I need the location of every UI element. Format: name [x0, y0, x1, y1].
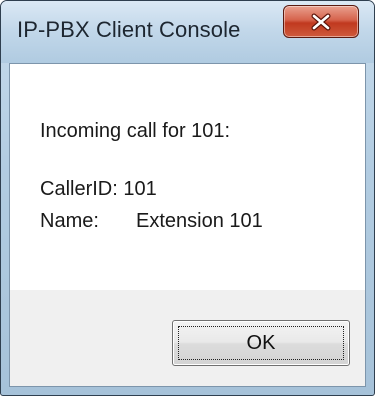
caller-id-text: CallerID: 101 — [40, 178, 157, 200]
caller-name-value: Extension 101 — [136, 210, 263, 232]
caller-name-label: Name: — [40, 210, 99, 232]
close-button[interactable] — [283, 5, 359, 38]
incoming-call-text: Incoming call for 101: — [40, 120, 231, 142]
dialog-client-area: Incoming call for 101: CallerID: 101 Nam… — [9, 63, 366, 387]
ok-button-label: OK — [246, 331, 276, 354]
dialog-window: IP-PBX Client Console Incoming call for … — [0, 0, 375, 396]
close-icon — [284, 6, 358, 37]
caller-name-row: Name: Extension 101 — [40, 210, 263, 233]
window-title: IP-PBX Client Console — [17, 17, 241, 42]
ok-button[interactable]: OK — [172, 320, 350, 366]
title-bar[interactable]: IP-PBX Client Console — [1, 1, 374, 63]
message-panel: Incoming call for 101: CallerID: 101 Nam… — [10, 64, 365, 290]
